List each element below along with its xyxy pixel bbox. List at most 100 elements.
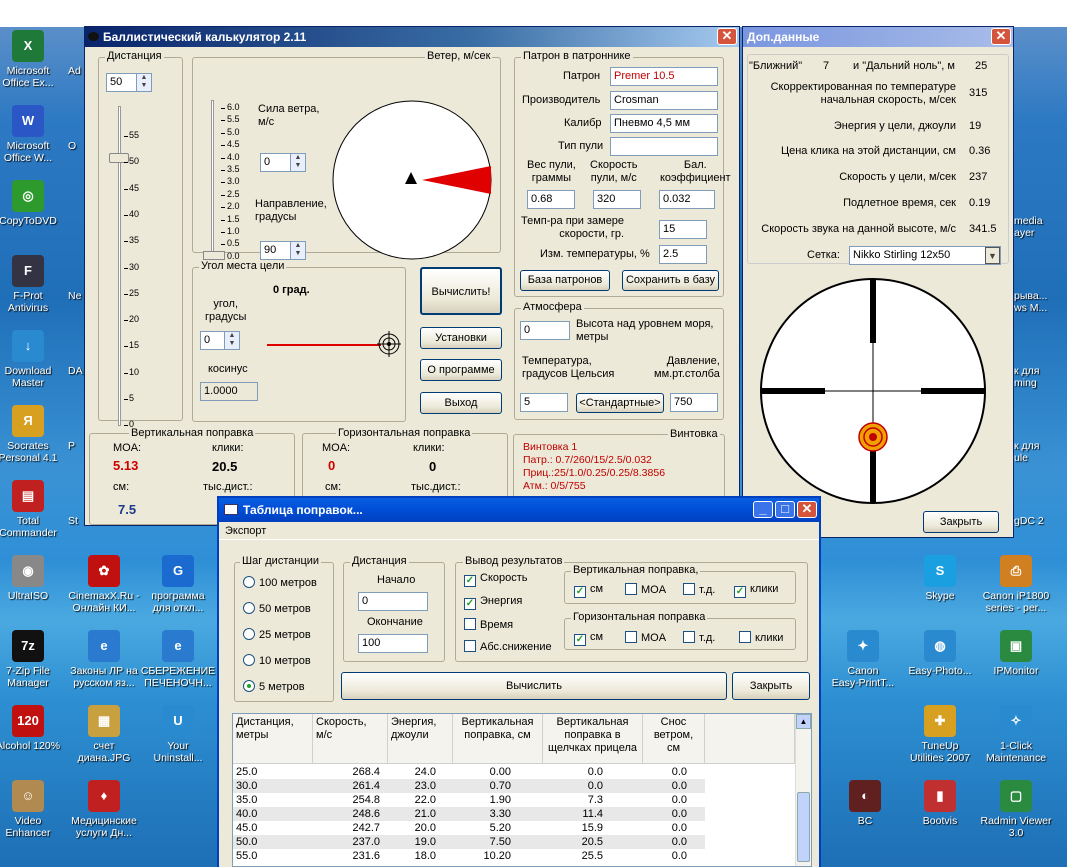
checkbox[interactable]: ✓ [464, 598, 476, 610]
table-row[interactable]: 30.0 261.4 23.0 0.70 0.0 0.0 [233, 779, 705, 793]
tuneup-shortcut[interactable]: ✚ TuneUp Utilities 2007 [902, 705, 978, 764]
angle-input[interactable]: 0 ▲ ▼ [200, 331, 240, 350]
radio-button[interactable] [243, 628, 255, 640]
checkbox-option[interactable]: MOA [625, 631, 666, 644]
menu-export[interactable]: Экспорт [225, 525, 266, 537]
checkbox[interactable] [464, 618, 476, 630]
temperature-field[interactable]: 5 [520, 393, 568, 412]
weight-field[interactable]: 0.68 [527, 190, 575, 209]
bullet-type-field[interactable] [610, 137, 718, 156]
maker-field[interactable]: Crosman [610, 91, 718, 110]
checkbox-option[interactable]: ✓ Энергия [464, 595, 522, 610]
step-option[interactable]: 100 метров [243, 576, 317, 589]
table-scrollbar[interactable]: ▲ [795, 714, 811, 866]
table-title-bar[interactable]: Таблица поправок... _ □ ✕ [219, 498, 819, 522]
minimize-icon[interactable]: _ [753, 501, 773, 518]
scroll-thumb[interactable] [797, 792, 810, 862]
wind-slider-thumb[interactable] [203, 251, 225, 260]
chevron-up-icon[interactable]: ▲ [796, 714, 811, 729]
radio-button[interactable] [243, 680, 255, 692]
radio-button[interactable] [243, 654, 255, 666]
temp-change-field[interactable]: 2.5 [659, 245, 707, 264]
wind-slider-track[interactable] [211, 100, 214, 258]
radmin-shortcut[interactable]: ▢ Radmin Viewer 3.0 [978, 780, 1054, 839]
settings-button[interactable]: Установки [420, 327, 502, 349]
checkbox-option[interactable]: Абс.снижение [464, 640, 552, 653]
reticle-select[interactable]: Nikko Stirling 12x50 ▼ [849, 246, 1001, 265]
checkbox-option[interactable]: т.д. [683, 631, 715, 644]
close-icon[interactable]: ✕ [717, 28, 737, 45]
table-row[interactable]: 40.0 248.6 21.0 3.30 11.4 0.0 [233, 807, 705, 821]
step-option[interactable]: 5 метров [243, 680, 305, 693]
column-header[interactable]: Вертикальная поправка в щелчках прицела [543, 714, 643, 764]
wind-speed-spinner[interactable]: ▲ ▼ [290, 154, 305, 171]
uninstaller-shortcut[interactable]: U Your Uninstall... [140, 705, 216, 764]
cinemax-shortcut[interactable]: ✿ CinemaxX.Ru - Онлайн КИ... [66, 555, 142, 614]
extra-title-bar[interactable]: Доп.данные ✕ [743, 27, 1013, 47]
ie-1-shortcut[interactable]: e Законы ЛР на русском яз... [66, 630, 142, 689]
checkbox[interactable]: ✓ [574, 634, 586, 646]
oneclick-shortcut[interactable]: ✧ 1-Click Maintenance [978, 705, 1054, 764]
excel-shortcut[interactable]: X Microsoft Office Ex... [0, 30, 66, 89]
pressure-field[interactable]: 750 [670, 393, 718, 412]
checkbox-option[interactable]: клики [739, 631, 783, 644]
checkbox[interactable] [683, 583, 695, 595]
column-header[interactable]: Вертикальная поправка, см [453, 714, 543, 764]
checkbox[interactable] [625, 583, 637, 595]
checkbox-option[interactable]: MOA [625, 583, 666, 596]
fprot-shortcut[interactable]: F F-Prot Antivirus [0, 255, 66, 314]
wind-speed-input[interactable]: 0 ▲ ▼ [260, 153, 306, 172]
table-row[interactable]: 45.0 242.7 20.0 5.20 15.9 0.0 [233, 821, 705, 835]
table-row[interactable]: 25.0 268.4 24.0 0.00 0.0 0.0 [233, 765, 705, 779]
close-icon[interactable]: ✕ [991, 28, 1011, 45]
table-calculate-button[interactable]: Вычислить [341, 672, 727, 700]
easyphoto-shortcut[interactable]: ◍ Easy-Photo... [902, 630, 978, 677]
checkbox-option[interactable]: ✓ см [574, 583, 603, 598]
checkbox[interactable]: ✓ [464, 575, 476, 587]
exit-button[interactable]: Выход [420, 392, 502, 414]
speed-field[interactable]: 320 [593, 190, 641, 209]
checkbox-option[interactable]: ✓ клики [734, 583, 778, 598]
canon-printer-shortcut[interactable]: ⎙ Canon iP1800 series - per... [978, 555, 1054, 614]
table-close-button[interactable]: Закрыть [732, 672, 810, 700]
table-row[interactable]: 55.0 231.6 18.0 10.20 25.5 0.0 [233, 849, 705, 863]
bc-shortcut[interactable]: ◐ BC [827, 780, 903, 827]
caliber-field[interactable]: Пневмо 4,5 мм [610, 114, 718, 133]
save-to-database-button[interactable]: Сохранить в базу [622, 270, 719, 291]
radio-button[interactable] [243, 576, 255, 588]
jpg-shortcut[interactable]: ▦ счет диана.JPG [66, 705, 142, 764]
total-commander-shortcut[interactable]: ▤ Total Commander [0, 480, 66, 539]
checkbox[interactable] [464, 640, 476, 652]
checkbox[interactable]: ✓ [734, 586, 746, 598]
temp-measure-field[interactable]: 15 [659, 220, 707, 239]
checkbox-option[interactable]: Время [464, 618, 513, 631]
distance-spinner[interactable]: ▲ ▼ [136, 74, 151, 91]
download-master-shortcut[interactable]: ↓ Download Master [0, 330, 66, 389]
step-option[interactable]: 25 метров [243, 628, 311, 641]
checkbox-option[interactable]: ✓ см [574, 631, 603, 646]
checkbox-option[interactable]: ✓ Скорость [464, 572, 528, 587]
about-button[interactable]: О программе [420, 359, 502, 381]
chevron-down-icon[interactable]: ▼ [985, 247, 1000, 264]
cartridge-field[interactable]: Premer 10.5 [610, 67, 718, 86]
medical-shortcut[interactable]: ♦ Медицинские услуги Дн... [66, 780, 142, 839]
copytodvd-shortcut[interactable]: ◎ CopyToDVD [0, 180, 66, 227]
distance-input[interactable]: 50 ▲ ▼ [106, 73, 152, 92]
checkbox[interactable]: ✓ [574, 586, 586, 598]
ie-2-shortcut[interactable]: e СБЕРЕЖЕНИЕ ПЕЧЕНОЧН... [140, 630, 216, 689]
ammo-database-button[interactable]: База патронов [520, 270, 610, 291]
column-header[interactable]: Энергия, джоули [388, 714, 453, 764]
column-header[interactable]: Дистанция, метры [233, 714, 313, 764]
ipmonitor-shortcut[interactable]: ▣ IPMonitor [978, 630, 1054, 677]
checkbox[interactable] [739, 631, 751, 643]
column-header[interactable]: Снос ветром, см [643, 714, 705, 764]
socrates-shortcut[interactable]: Я Socrates Personal 4.1 [0, 405, 66, 464]
checkbox[interactable] [683, 631, 695, 643]
close-icon[interactable]: ✕ [797, 501, 817, 518]
altitude-field[interactable]: 0 [520, 321, 570, 340]
canon-easyprint-shortcut[interactable]: ✦ Canon Easy-PrintT... [825, 630, 901, 689]
bootvis-shortcut[interactable]: ▮ Bootvis [902, 780, 978, 827]
end-field[interactable]: 100 [358, 634, 428, 653]
table-row[interactable]: 50.0 237.0 19.0 7.50 20.5 0.0 [233, 835, 705, 849]
table-row[interactable]: 35.0 254.8 22.0 1.90 7.3 0.0 [233, 793, 705, 807]
